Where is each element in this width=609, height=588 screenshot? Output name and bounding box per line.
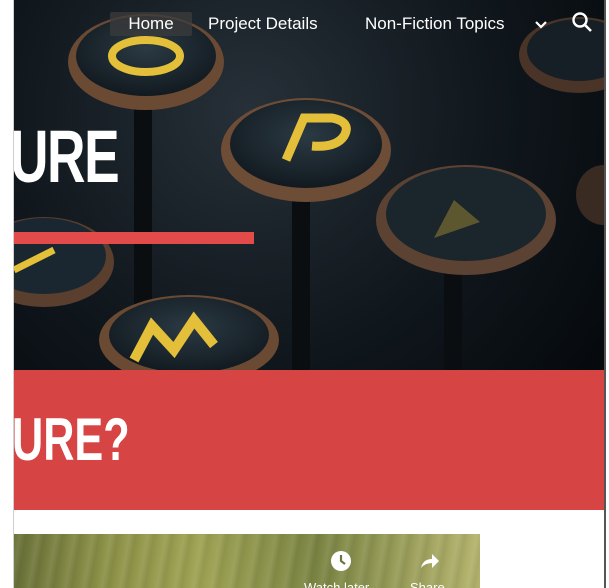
hero-banner: Home Project Details Non-Fiction Topics … <box>14 0 604 370</box>
search-icon[interactable] <box>571 10 593 34</box>
share-label[interactable]: Share <box>410 580 445 588</box>
nav-non-fiction-topics-link[interactable]: Non-Fiction Topics <box>365 12 505 36</box>
top-navigation: Home Project Details Non-Fiction Topics <box>14 0 604 46</box>
page-frame: Home Project Details Non-Fiction Topics … <box>13 0 606 588</box>
hero-title: URE <box>14 115 120 198</box>
embedded-video[interactable]: Watch later Share <box>14 534 480 588</box>
hero-accent-bar <box>14 232 254 244</box>
clock-icon[interactable] <box>330 550 352 572</box>
share-icon[interactable] <box>418 550 440 572</box>
watch-later-label[interactable]: Watch later <box>304 580 369 588</box>
chevron-down-icon[interactable] <box>533 14 549 34</box>
section-title: URE? <box>13 406 130 473</box>
nav-home-link[interactable]: Home <box>110 12 192 36</box>
nav-project-details-link[interactable]: Project Details <box>208 12 318 36</box>
section-banner: URE? <box>14 370 604 510</box>
